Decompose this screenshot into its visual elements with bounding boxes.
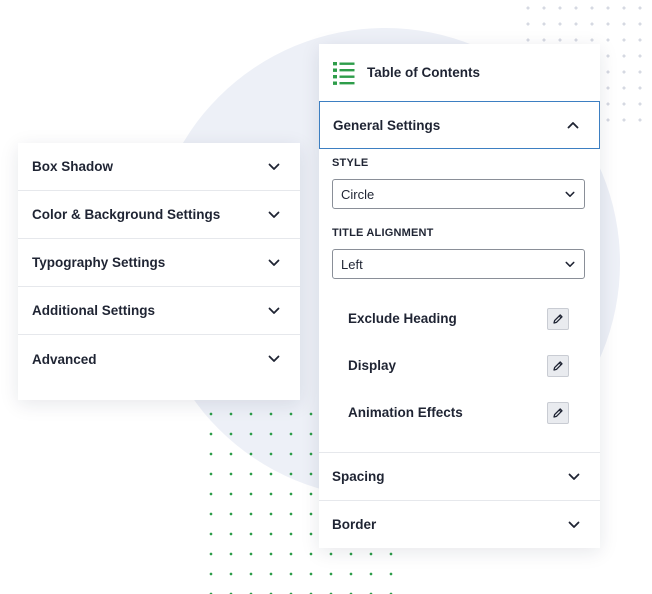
accordion-border[interactable]: Border xyxy=(319,500,600,548)
panel-header: Table of Contents xyxy=(319,44,600,101)
panel-title: Table of Contents xyxy=(367,65,480,80)
sub-item-label: Display xyxy=(348,358,397,373)
accordion-typography[interactable]: Typography Settings xyxy=(18,239,300,287)
edit-button[interactable] xyxy=(547,354,569,377)
accordion-advanced[interactable]: Advanced xyxy=(18,335,300,383)
accordion-color-background[interactable]: Color & Background Settings xyxy=(18,191,300,239)
accordion-label: Additional Settings xyxy=(32,303,155,318)
sub-item-label: Exclude Heading xyxy=(348,311,457,326)
style-select-value: Circle xyxy=(341,186,375,202)
accordion-label: Box Shadow xyxy=(32,159,114,174)
accordion-additional[interactable]: Additional Settings xyxy=(18,287,300,335)
accordion-box-shadow[interactable]: Box Shadow xyxy=(18,143,300,191)
accordion-label: General Settings xyxy=(333,117,441,133)
pencil-icon xyxy=(553,313,563,324)
title-alignment-select[interactable]: Left xyxy=(332,249,585,279)
chevron-down-icon xyxy=(268,355,280,362)
sub-item-label: Animation Effects xyxy=(348,405,463,420)
chevron-down-icon xyxy=(568,473,580,480)
animation-effects-row: Animation Effects xyxy=(319,389,600,436)
display-row: Display xyxy=(319,342,600,389)
accordion-general-settings[interactable]: General Settings xyxy=(319,101,600,149)
pencil-icon xyxy=(553,360,563,371)
accordion-label: Border xyxy=(332,517,377,532)
edit-button[interactable] xyxy=(547,401,569,424)
accordion-spacing[interactable]: Spacing xyxy=(319,452,600,500)
style-select[interactable]: Circle xyxy=(332,179,585,209)
left-settings-panel: Box Shadow Color & Background Settings T… xyxy=(18,143,300,400)
title-alignment-label: TITLE ALIGNMENT xyxy=(332,227,434,239)
chevron-down-icon xyxy=(568,521,580,528)
accordion-label: Color & Background Settings xyxy=(32,207,221,222)
chevron-down-icon xyxy=(268,211,280,218)
table-of-contents-panel: Table of Contents General Settings STYLE… xyxy=(319,44,600,548)
exclude-heading-row: Exclude Heading xyxy=(319,295,600,342)
chevron-down-icon xyxy=(565,261,575,267)
accordion-label: Spacing xyxy=(332,469,385,484)
chevron-up-icon xyxy=(567,122,579,129)
edit-button[interactable] xyxy=(547,307,569,330)
title-alignment-value: Left xyxy=(341,256,363,272)
style-label: STYLE xyxy=(332,157,369,169)
list-icon xyxy=(333,61,355,85)
accordion-label: Advanced xyxy=(32,351,97,367)
chevron-down-icon xyxy=(565,191,575,197)
chevron-down-icon xyxy=(268,307,280,314)
pencil-icon xyxy=(553,407,563,418)
chevron-down-icon xyxy=(268,163,280,170)
chevron-down-icon xyxy=(268,259,280,266)
accordion-label: Typography Settings xyxy=(32,255,166,270)
